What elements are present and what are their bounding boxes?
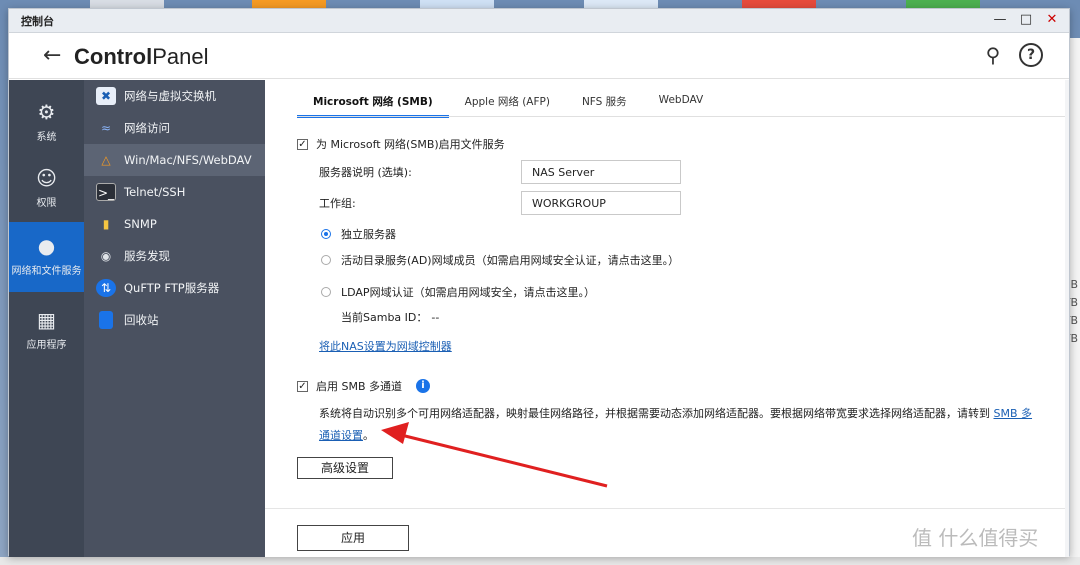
submenu-item-file-services[interactable]: △ Win/Mac/NFS/WebDAV [84, 144, 265, 176]
multichannel-checkbox[interactable]: ✓ [297, 380, 308, 392]
enable-smb-label: 为 Microsoft 网络(SMB)启用文件服务 [316, 138, 505, 151]
tab-afp[interactable]: Apple 网络 (AFP) [449, 94, 566, 118]
maximize-button[interactable]: □ [1017, 11, 1035, 29]
gear-icon: ⚙ [37, 100, 56, 124]
snmp-icon: ▮ [102, 217, 110, 231]
enable-smb-row: ✓ 为 Microsoft 网络(SMB)启用文件服务 [297, 136, 505, 152]
tab-divider [297, 116, 1065, 117]
standalone-row: 独立服务器 [321, 226, 396, 242]
standalone-label: 独立服务器 [341, 228, 396, 241]
enable-smb-checkbox[interactable]: ✓ [297, 138, 308, 150]
ftp-icon: ⇅ [96, 279, 116, 297]
submenu-item-telnet-ssh[interactable]: >_ Telnet/SSH [84, 176, 265, 208]
ldap-label[interactable]: LDAP网域认证（如需启用网域安全，请点击这里。） [341, 284, 595, 300]
ad-row: 活动目录服务(AD)网域成员（如需启用网域安全认证，请点击这里。） [321, 252, 679, 268]
server-desc-input[interactable]: NAS Server [521, 160, 681, 184]
service-discovery-icon: ◉ [100, 249, 112, 263]
domain-controller-link[interactable]: 将此NAS设置为网域控制器 [319, 338, 452, 354]
nav-item-permissions[interactable]: ☺ 权限 [9, 156, 84, 216]
submenu-item-recycle-bin[interactable]: 回收站 [84, 304, 265, 336]
app-header: ← ControlPanel ⚲ ? [9, 33, 1069, 79]
content-area: Microsoft 网络 (SMB) Apple 网络 (AFP) NFS 服务… [265, 80, 1069, 557]
apply-button[interactable]: 应用 [297, 525, 409, 551]
help-icon[interactable]: ? [1019, 43, 1043, 67]
window-title: 控制台 [21, 15, 54, 28]
recycle-bin-icon [99, 311, 113, 329]
advanced-settings-button[interactable]: 高级设置 [297, 457, 393, 479]
nav-item-applications[interactable]: ▦ 应用程序 [9, 298, 84, 358]
workgroup-input[interactable]: WORKGROUP [521, 191, 681, 215]
watermark: 值 什么值得买 [912, 526, 1039, 550]
file-service-icon: △ [101, 153, 111, 167]
tab-bar: Microsoft 网络 (SMB) Apple 网络 (AFP) NFS 服务… [297, 94, 719, 118]
multichannel-settings-link[interactable]: SMB 多 [994, 407, 1033, 420]
minimize-button[interactable]: — [991, 11, 1009, 29]
submenu-item-service-discovery[interactable]: ◉ 服务发现 [84, 240, 265, 272]
submenu-item-network-switch[interactable]: ✖ 网络与虚拟交换机 [84, 80, 265, 112]
submenu-item-snmp[interactable]: ▮ SNMP [84, 208, 265, 240]
nav-item-system[interactable]: ⚙ 系统 [9, 90, 84, 150]
multichannel-row: ✓ 启用 SMB 多通道 i [297, 378, 431, 394]
workgroup-label: 工作组: [319, 197, 356, 210]
ad-radio[interactable] [321, 255, 331, 265]
close-button[interactable]: ✕ [1043, 11, 1061, 29]
network-switch-icon: ✖ [96, 87, 116, 105]
apps-icon: ▦ [37, 308, 56, 332]
multichannel-label: 启用 SMB 多通道 [316, 380, 403, 393]
tab-webdav[interactable]: WebDAV [643, 94, 720, 118]
search-icon[interactable]: ⚲ [981, 43, 1005, 67]
taskbar [0, 557, 1080, 565]
settings-panel: Microsoft 网络 (SMB) Apple 网络 (AFP) NFS 服务… [265, 80, 1065, 508]
ldap-row: LDAP网域认证（如需启用网域安全，请点击这里。） [321, 284, 595, 300]
nav-item-network-file-services[interactable]: ● 网络和文件服务 [9, 222, 84, 292]
back-arrow-icon[interactable]: ← [43, 43, 61, 68]
samba-id-value: -- [431, 310, 440, 324]
multichannel-settings-link-2[interactable]: 通道设置 [319, 429, 363, 442]
red-annotation-arrow [381, 422, 608, 488]
main-nav: ⚙ 系统 ☺ 权限 ● 网络和文件服务 ▦ 应用程序 [9, 80, 84, 557]
samba-id-label: 当前Samba ID： [341, 311, 428, 324]
network-access-icon: ≈ [100, 121, 112, 135]
terminal-icon: >_ [96, 183, 116, 201]
submenu-item-ftp[interactable]: ⇅ QuFTP FTP服务器 [84, 272, 265, 304]
samba-id-row: 当前Samba ID： -- [341, 309, 439, 325]
tab-smb[interactable]: Microsoft 网络 (SMB) [297, 94, 449, 118]
ldap-radio[interactable] [321, 287, 331, 297]
tab-nfs[interactable]: NFS 服务 [566, 94, 643, 118]
submenu: ✖ 网络与虚拟交换机 ≈ 网络访问 △ Win/Mac/NFS/WebDAV >… [84, 80, 265, 557]
app-title: ControlPanel [74, 44, 209, 69]
globe-icon: ● [37, 234, 56, 258]
submenu-item-network-access[interactable]: ≈ 网络访问 [84, 112, 265, 144]
standalone-radio[interactable] [321, 229, 331, 239]
user-icon: ☺ [36, 166, 57, 190]
control-panel-window: 控制台 — □ ✕ ← ControlPanel ⚲ ? ⚙ 系统 ☺ 权限 ●… [8, 8, 1070, 557]
server-desc-label: 服务器说明 (选填): [319, 166, 412, 179]
window-titlebar[interactable]: 控制台 — □ ✕ [9, 9, 1069, 33]
ad-label[interactable]: 活动目录服务(AD)网域成员（如需启用网域安全认证，请点击这里。） [341, 252, 679, 268]
info-icon[interactable]: i [416, 379, 431, 393]
